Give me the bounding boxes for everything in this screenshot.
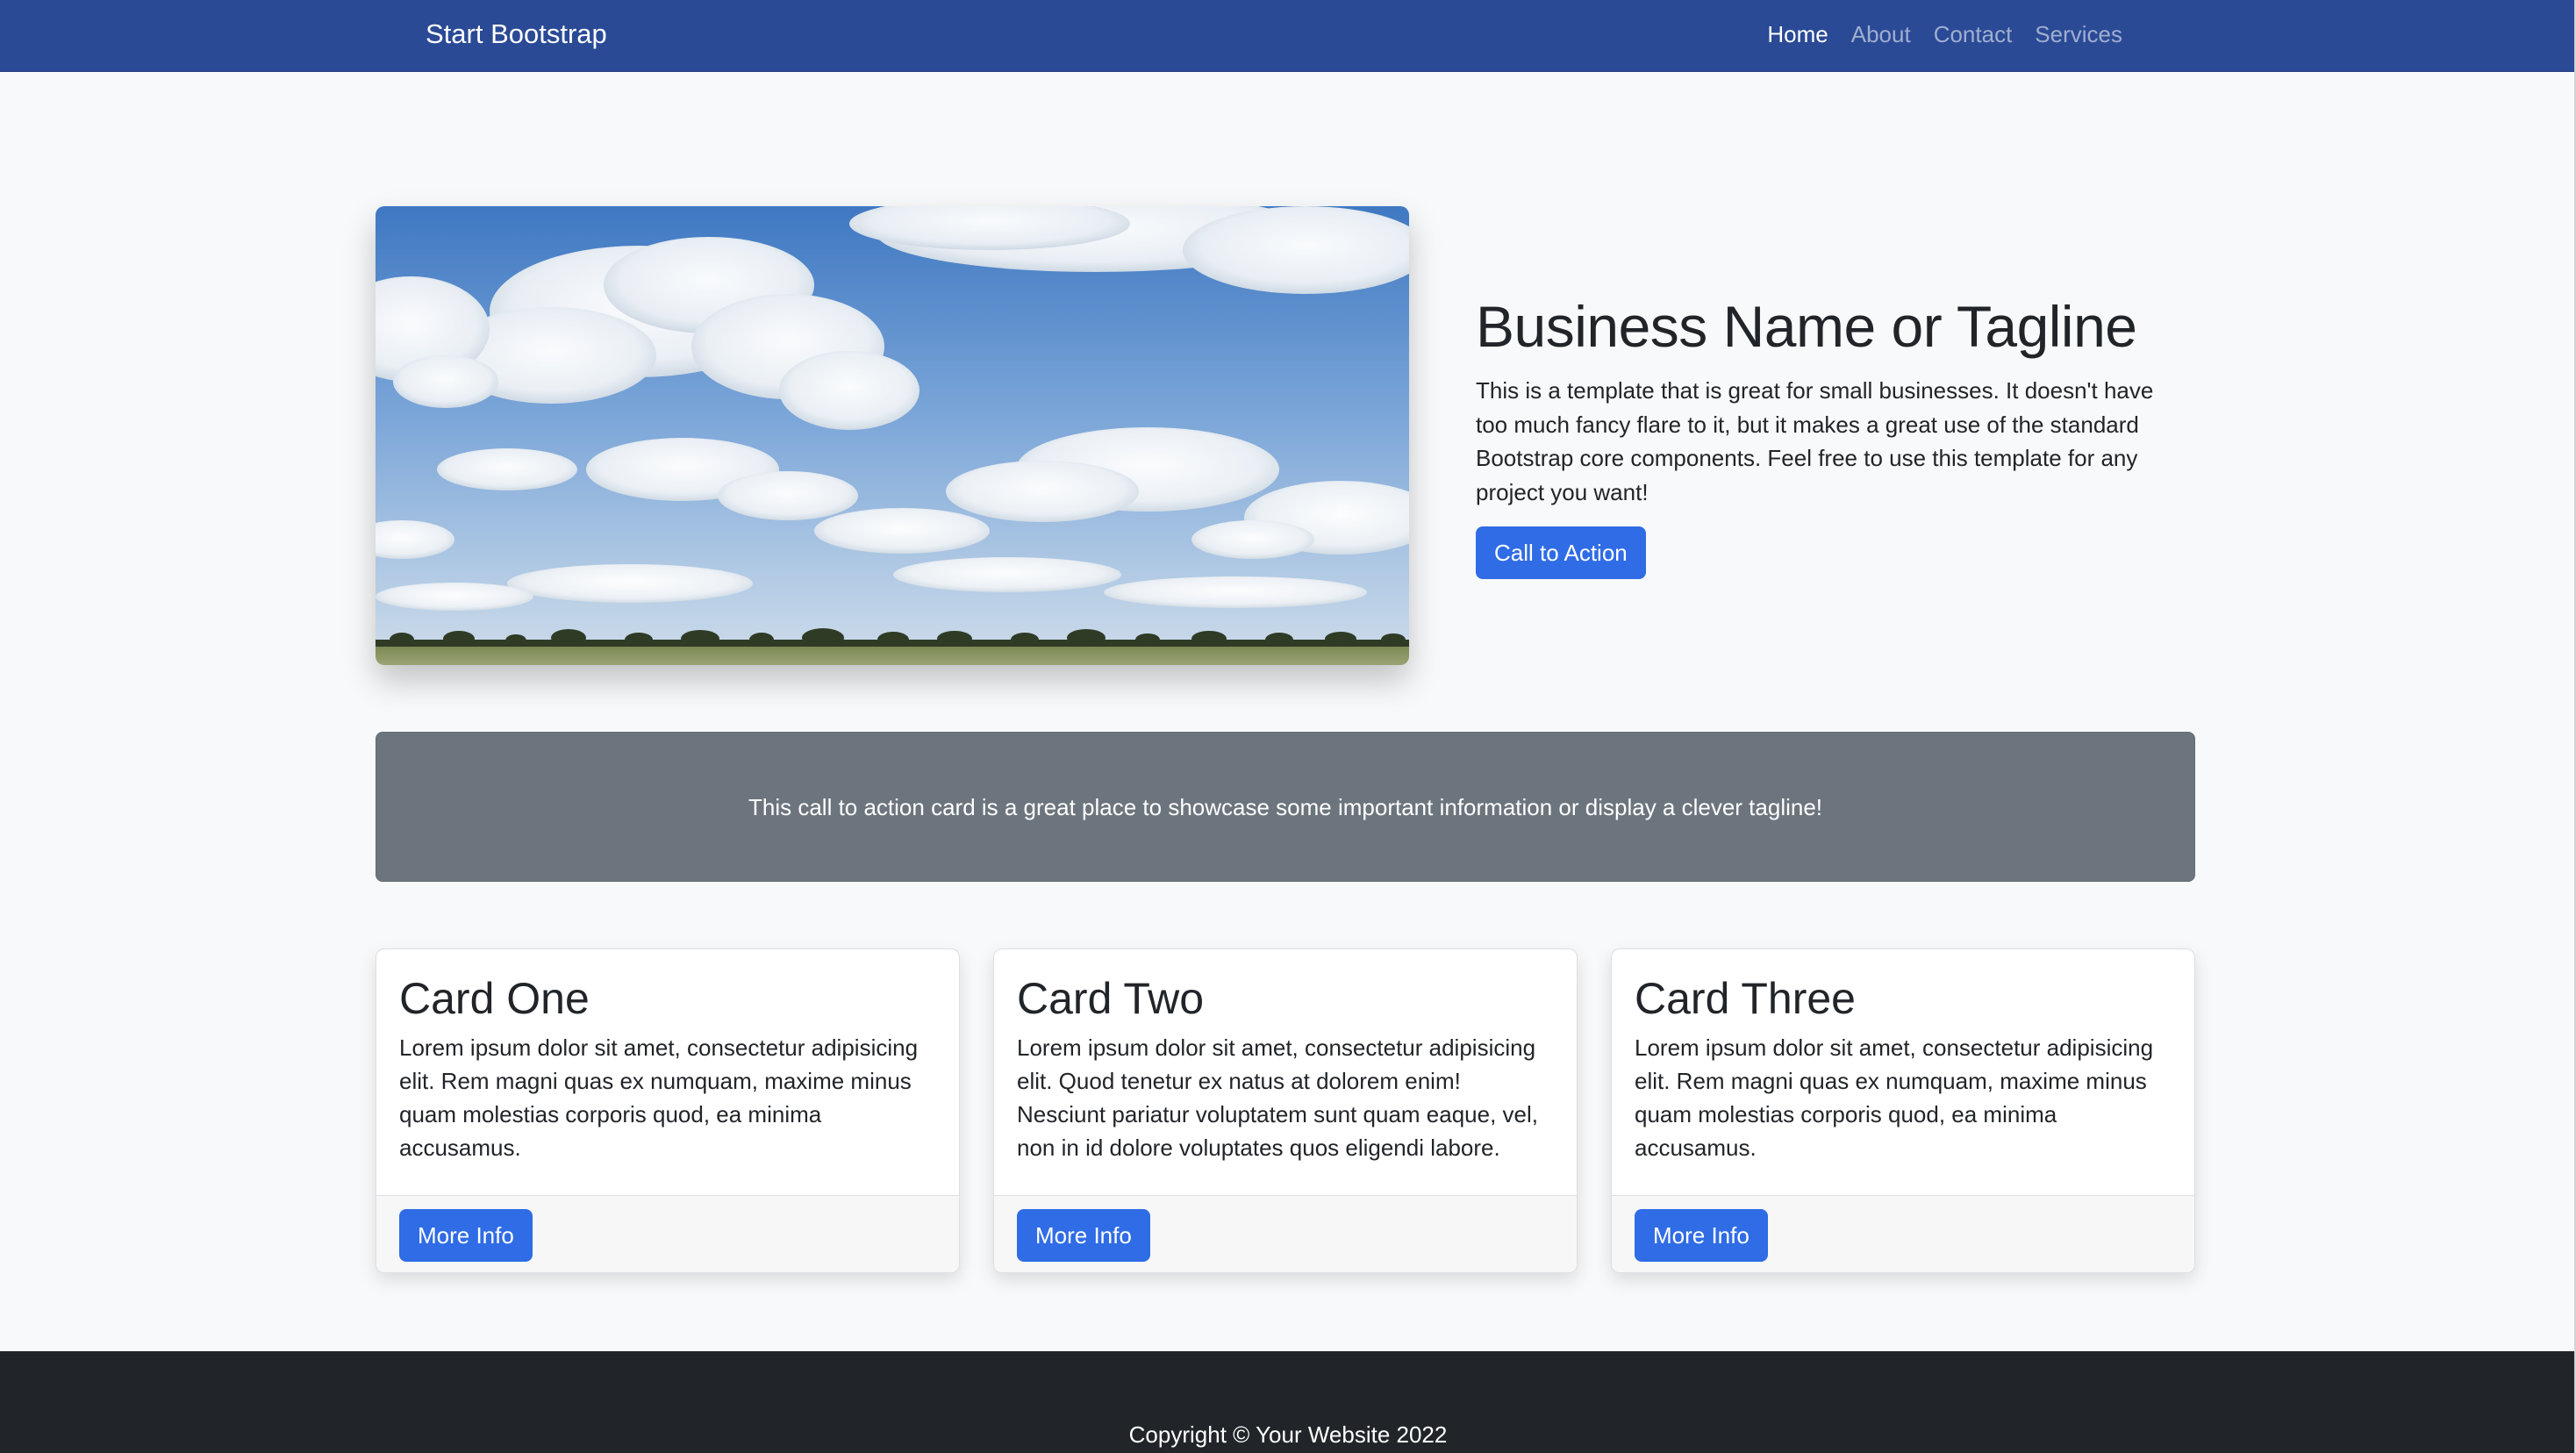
hero-title: Business Name or Tagline [1476, 294, 2137, 359]
nav-link-services[interactable]: Services [2023, 18, 2134, 53]
call-to-action-button[interactable]: Call to Action [1476, 526, 1646, 579]
call-to-action-card: This call to action card is a great plac… [376, 732, 2195, 882]
more-info-button[interactable]: More Info [1017, 1209, 1150, 1262]
navbar-brand[interactable]: Start Bootstrap [426, 16, 607, 53]
nav-link-contact[interactable]: Contact [1922, 18, 2024, 53]
navbar: Start Bootstrap Home About Contact Servi… [0, 0, 2576, 72]
card-title: Card One [399, 974, 590, 1023]
callout-text: This call to action card is a great plac… [748, 793, 1823, 820]
nav-links: Home About Contact Services [1756, 18, 2134, 53]
hero-lead: This is a template that is great for sma… [1476, 377, 2154, 505]
card-footer: More Info [1612, 1195, 2194, 1272]
card-two: Card Two Lorem ipsum dolor sit amet, con… [993, 948, 1578, 1273]
sky-landscape-illustration [376, 206, 1409, 665]
card-footer: More Info [376, 1195, 959, 1272]
page: Start Bootstrap Home About Contact Servi… [0, 0, 2576, 1453]
card-text: Lorem ipsum dolor sit amet, consectetur … [1017, 1034, 1539, 1161]
hero-image [376, 206, 1409, 665]
nav-link-about[interactable]: About [1840, 18, 1922, 53]
card-one: Card One Lorem ipsum dolor sit amet, con… [376, 948, 960, 1273]
more-info-button[interactable]: More Info [399, 1209, 533, 1262]
card-body: Card Two Lorem ipsum dolor sit amet, con… [994, 949, 1577, 1195]
card-body: Card Three Lorem ipsum dolor sit amet, c… [1612, 949, 2194, 1195]
card-title: Card Two [1017, 974, 1205, 1023]
card-text: Lorem ipsum dolor sit amet, consectetur … [1635, 1034, 2154, 1161]
footer-copyright: Copyright © Your Website 2022 [1128, 1421, 1448, 1448]
card-three: Card Three Lorem ipsum dolor sit amet, c… [1611, 948, 2195, 1273]
hero-text: Business Name or Tagline This is a templ… [1476, 291, 2169, 509]
footer: Copyright © Your Website 2022 [0, 1351, 2576, 1453]
card-title: Card Three [1635, 974, 1856, 1023]
card-footer: More Info [994, 1195, 1577, 1272]
card-text: Lorem ipsum dolor sit amet, consectetur … [399, 1034, 919, 1161]
nav-link-home[interactable]: Home [1756, 18, 1839, 53]
more-info-button[interactable]: More Info [1635, 1209, 1768, 1262]
card-body: Card One Lorem ipsum dolor sit amet, con… [376, 949, 959, 1195]
